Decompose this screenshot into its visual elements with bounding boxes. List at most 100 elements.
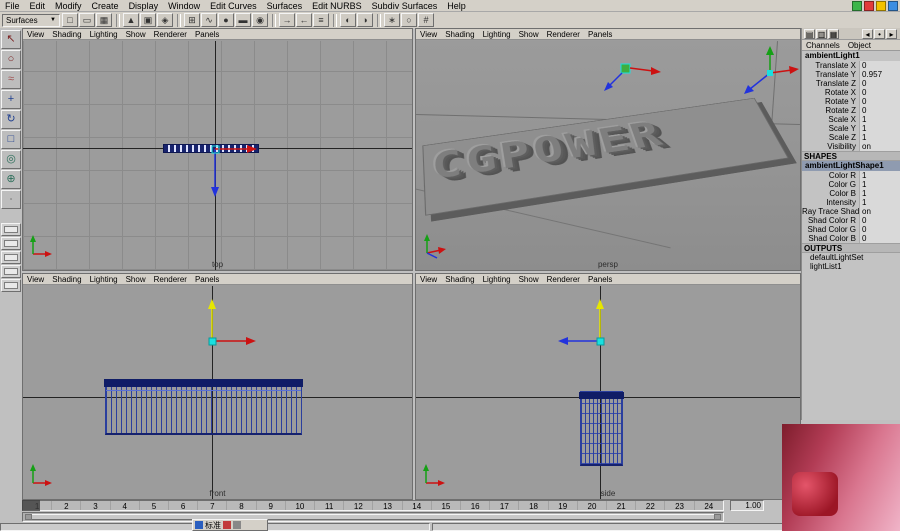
menu-display[interactable]: Display [124,1,164,11]
move-manipulator-front[interactable] [174,297,266,351]
select-hierarchy-mode-icon[interactable]: ▲ [123,13,139,27]
channel-label-color-r[interactable]: Color R [802,171,859,180]
panel-menu-view[interactable]: View [23,30,48,39]
frame-3[interactable]: 3 [80,501,109,510]
snap-to-point-icon[interactable]: ● [218,13,234,27]
scale-tool-icon[interactable]: □ [1,130,21,149]
panel-menu-shading[interactable]: Shading [441,275,478,284]
viewport-side[interactable]: View Shading Lighting Show Renderer Panels si… [415,273,801,500]
menu-edit-curves[interactable]: Edit Curves [205,1,262,11]
move-tool-icon[interactable]: + [1,90,21,109]
frame-15[interactable]: 15 [430,501,460,510]
channel-layer-both-icon[interactable]: ▦ [828,28,839,39]
viewport-top-canvas[interactable]: top [23,41,412,270]
manip-medium-icon[interactable]: • [874,28,885,39]
panel-menu-panels[interactable]: Panels [191,30,223,39]
panel-menu-show[interactable]: Show [515,275,543,284]
panel-menu-panels[interactable]: Panels [584,30,616,39]
frame-12[interactable]: 12 [343,501,372,510]
frame-7[interactable]: 7 [197,501,226,510]
panel-menu-panels[interactable]: Panels [191,275,223,284]
channel-value-intensity[interactable]: 1 [859,198,900,207]
select-object-mode-icon[interactable]: ▣ [140,13,156,27]
frame-5[interactable]: 5 [138,501,168,510]
select-component-mode-icon[interactable]: ◈ [157,13,173,27]
channel-value-rotate-x[interactable]: 0 [859,88,900,97]
menu-modify[interactable]: Modify [50,1,87,11]
output-node-lightlist1[interactable]: lightList1 [802,262,900,271]
channel-value-color-b[interactable]: 1 [859,189,900,198]
menu-file[interactable]: File [0,1,25,11]
frame-13[interactable]: 13 [372,501,401,510]
paint-select-tool-icon[interactable]: ≈ [1,70,21,89]
viewport-persp-canvas[interactable]: CGPOWER persp [416,41,800,270]
channel-label-color-b[interactable]: Color B [802,189,859,198]
output-connections-icon[interactable]: ← [296,13,312,27]
ime-punct-icon[interactable] [223,521,231,529]
menu-surfaces[interactable]: Surfaces [262,1,308,11]
menu-help[interactable]: Help [442,1,471,11]
numeric-input-icon[interactable]: # [418,13,434,27]
channel-label-translate-z[interactable]: Translate Z [802,79,859,88]
channel-value-ray-trace-shadows[interactable]: on [859,207,900,216]
layer-editor-tab-icon[interactable]: ▥ [816,28,827,39]
frame-14[interactable]: 14 [401,501,431,510]
channel-box-tab-icon[interactable]: ▤ [804,28,815,39]
panel-menu-shading[interactable]: Shading [48,275,85,284]
menu-set-dropdown[interactable]: Surfaces ▼ [2,13,60,27]
channel-label-shad-color-b[interactable]: Shad Color B [802,234,859,243]
selected-node-name[interactable]: ambientLight1 [802,51,900,61]
shape-node-name[interactable]: ambientLightShape1 [802,161,900,171]
viewport-persp[interactable]: View Shading Lighting Show Renderer Panels CG… [415,28,801,271]
channel-label-scale-y[interactable]: Scale Y [802,124,859,133]
panel-menu-show[interactable]: Show [122,30,150,39]
text-curves-side-view[interactable] [579,391,624,466]
frame-8[interactable]: 8 [226,501,255,510]
ime-toolbar[interactable]: 标准 [192,519,268,531]
frame-6[interactable]: 6 [168,501,197,510]
frame-24[interactable]: 24 [693,501,723,510]
text-curves-front-view[interactable] [104,379,303,435]
new-scene-icon[interactable]: □ [62,13,78,27]
channel-value-rotate-y[interactable]: 0 [859,97,900,106]
open-scene-icon[interactable]: ▭ [79,13,95,27]
frame-4[interactable]: 4 [109,501,139,510]
channel-value-translate-x[interactable]: 0 [859,61,900,70]
channel-value-shad-color-r[interactable]: 0 [859,216,900,225]
viewport-top[interactable]: View Shading Lighting Show Renderer Panels to… [22,28,413,271]
frame-19[interactable]: 19 [547,501,577,510]
channel-value-shad-color-g[interactable]: 0 [859,225,900,234]
snap-to-plane-icon[interactable]: ▬ [235,13,251,27]
hypershade-layout-button[interactable] [1,279,21,292]
channels-menu[interactable]: Channels [802,41,844,50]
last-tool-icon[interactable]: ∙ [1,190,21,209]
channel-label-scale-x[interactable]: Scale X [802,115,859,124]
frame-10[interactable]: 10 [284,501,314,510]
channel-label-rotate-x[interactable]: Rotate X [802,88,859,97]
panel-menu-shading[interactable]: Shading [441,30,478,39]
panel-menu-renderer[interactable]: Renderer [150,275,191,284]
channel-label-intensity[interactable]: Intensity [802,198,859,207]
current-time-field[interactable]: 1.00 [730,500,764,511]
frame-2[interactable]: 2 [51,501,80,510]
channel-label-color-g[interactable]: Color G [802,180,859,189]
channel-label-rotate-z[interactable]: Rotate Z [802,106,859,115]
channel-label-rotate-y[interactable]: Rotate Y [802,97,859,106]
panel-menu-lighting[interactable]: Lighting [479,30,515,39]
show-manipulator-tool-icon[interactable]: ⊕ [1,170,21,189]
frame-18[interactable]: 18 [518,501,547,510]
panel-menu-lighting[interactable]: Lighting [479,275,515,284]
channel-value-visibility[interactable]: on [859,142,900,151]
snap-to-curve-icon[interactable]: ∿ [201,13,217,27]
range-slider[interactable] [22,512,724,522]
quick-select-icon[interactable]: ○ [401,13,417,27]
persp-outliner-layout-button[interactable] [1,251,21,264]
frame-20[interactable]: 20 [576,501,606,510]
channel-value-color-r[interactable]: 1 [859,171,900,180]
channel-value-translate-y[interactable]: 0.957 [859,70,900,79]
rotate-tool-icon[interactable]: ↻ [1,110,21,129]
panel-menu-panels[interactable]: Panels [584,275,616,284]
panel-menu-lighting[interactable]: Lighting [86,30,122,39]
persp-graph-layout-button[interactable] [1,265,21,278]
range-start-grip[interactable] [25,514,32,520]
